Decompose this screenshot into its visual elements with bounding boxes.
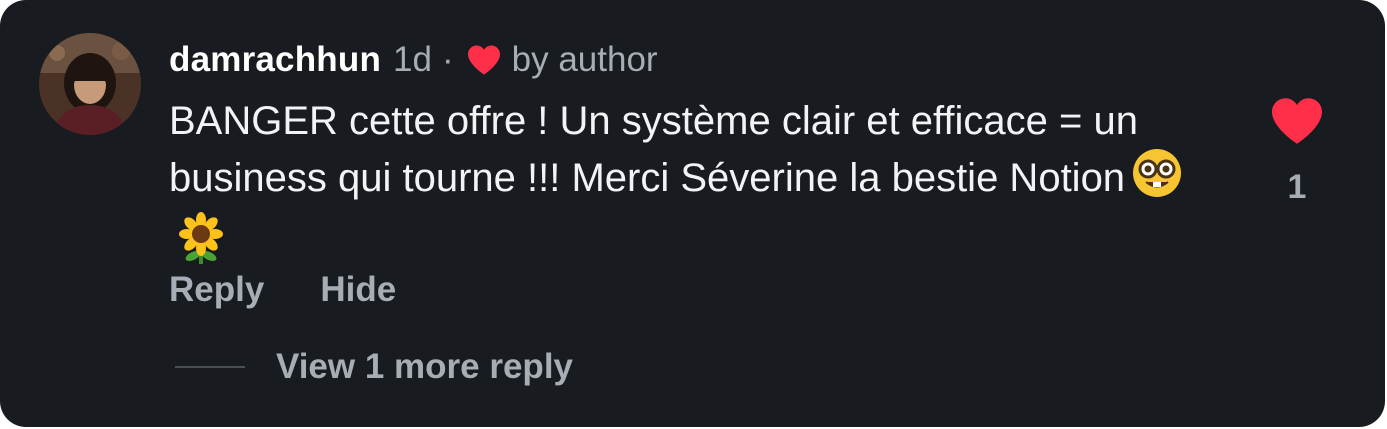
hide-button[interactable]: Hide xyxy=(320,270,396,310)
like-column: 1 xyxy=(1262,96,1332,207)
reply-button[interactable]: Reply xyxy=(169,270,264,310)
comment-body: BANGER cette offre ! Un système clair et… xyxy=(169,99,1138,200)
like-count: 1 xyxy=(1287,168,1307,206)
heart-icon xyxy=(466,44,502,76)
separator-dot: · xyxy=(441,40,454,79)
replies-divider-line xyxy=(175,366,245,368)
sunflower-emoji xyxy=(175,212,227,277)
view-more-replies-button[interactable]: View 1 more reply xyxy=(276,347,573,387)
comment-header: damrachhun 1d · by author xyxy=(169,38,658,82)
like-button[interactable] xyxy=(1269,96,1325,146)
comment-text: BANGER cette offre ! Un système clair et… xyxy=(169,96,1229,277)
liked-by-author-label: by author xyxy=(511,40,658,79)
timestamp: 1d xyxy=(393,40,432,79)
avatar[interactable] xyxy=(39,33,141,135)
comment-actions: Reply Hide xyxy=(169,270,396,310)
heart-filled-icon xyxy=(1272,98,1322,144)
username[interactable]: damrachhun xyxy=(169,40,381,80)
view-replies-row: View 1 more reply xyxy=(175,347,573,387)
comment-card: damrachhun 1d · by author BANGER cette o… xyxy=(0,0,1385,427)
nerd-face-emoji xyxy=(1131,147,1183,212)
